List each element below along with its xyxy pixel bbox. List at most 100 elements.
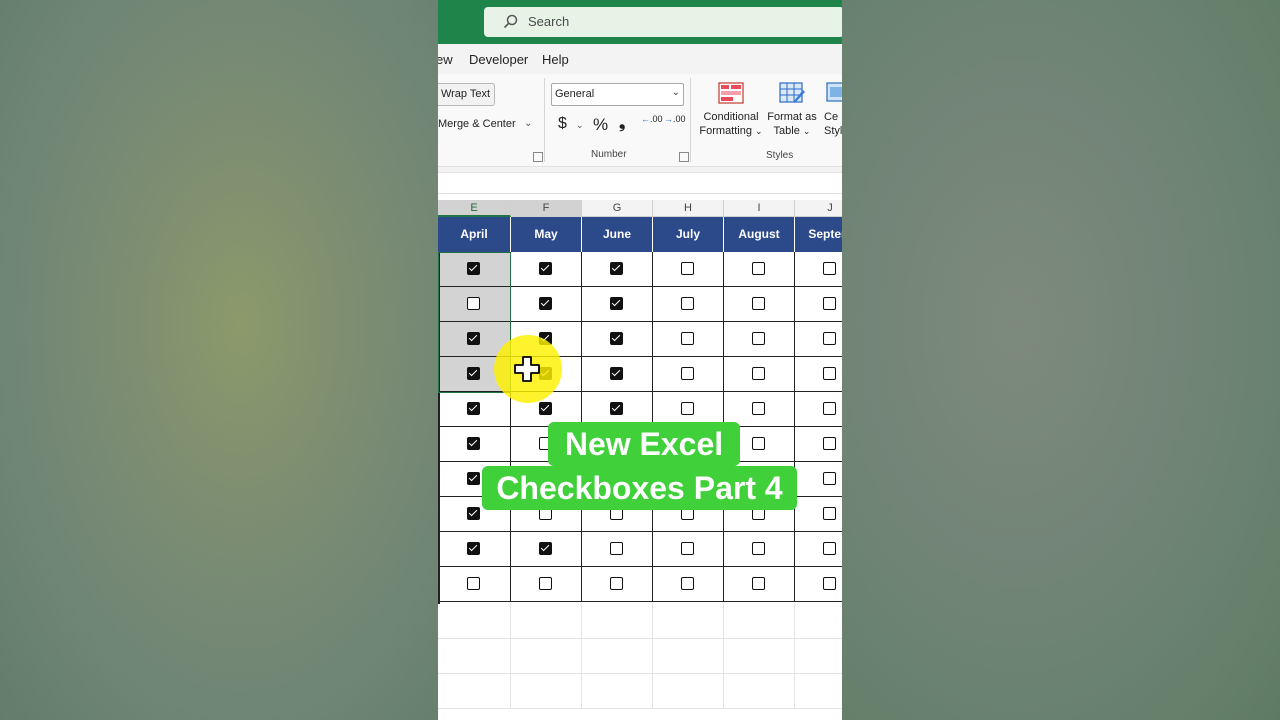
empty-cell[interactable]: [582, 604, 653, 639]
table-cell[interactable]: [582, 532, 653, 567]
cell-styles-button[interactable]: Ce Style: [824, 82, 842, 138]
checkbox-unchecked[interactable]: [539, 577, 552, 590]
menu-item-review[interactable]: ew: [438, 52, 453, 67]
checkbox-checked[interactable]: [610, 402, 623, 415]
decrease-decimal-button[interactable]: →.00: [664, 115, 686, 124]
column-header-j[interactable]: J: [795, 200, 842, 217]
empty-cell[interactable]: [653, 604, 724, 639]
checkbox-unchecked[interactable]: [752, 542, 765, 555]
month-header-cell[interactable]: June: [582, 217, 653, 252]
checkbox-unchecked[interactable]: [681, 262, 694, 275]
month-header-cell[interactable]: April: [438, 217, 511, 252]
checkbox-unchecked[interactable]: [823, 507, 836, 520]
checkbox-unchecked[interactable]: [823, 367, 836, 380]
empty-cell[interactable]: [582, 674, 653, 709]
table-cell[interactable]: [795, 497, 842, 532]
table-cell[interactable]: [653, 252, 724, 287]
table-cell[interactable]: [795, 392, 842, 427]
table-cell[interactable]: [582, 567, 653, 602]
checkbox-checked[interactable]: [610, 332, 623, 345]
checkbox-unchecked[interactable]: [823, 262, 836, 275]
menu-item-help[interactable]: Help: [542, 52, 569, 67]
conditional-formatting-button[interactable]: Conditional Formatting ⌄: [698, 82, 764, 138]
empty-cell[interactable]: [511, 604, 582, 639]
empty-cell[interactable]: [724, 674, 795, 709]
table-cell[interactable]: [582, 287, 653, 322]
month-header-cell[interactable]: August: [724, 217, 795, 252]
currency-button[interactable]: $: [558, 115, 567, 133]
checkbox-unchecked[interactable]: [467, 577, 480, 590]
month-header-cell[interactable]: May: [511, 217, 582, 252]
month-header-cell[interactable]: Septem: [795, 217, 842, 252]
checkbox-unchecked[interactable]: [823, 577, 836, 590]
checkbox-unchecked[interactable]: [823, 402, 836, 415]
comma-style-button[interactable]: ❟: [619, 115, 625, 133]
empty-cell[interactable]: [795, 674, 842, 709]
table-cell[interactable]: [438, 287, 511, 322]
empty-cell[interactable]: [582, 639, 653, 674]
checkbox-unchecked[interactable]: [823, 297, 836, 310]
table-cell[interactable]: [795, 462, 842, 497]
table-cell[interactable]: [795, 427, 842, 462]
table-cell[interactable]: [438, 567, 511, 602]
table-cell[interactable]: [582, 252, 653, 287]
table-cell[interactable]: [795, 287, 842, 322]
empty-cell[interactable]: [438, 604, 511, 639]
wrap-text-button[interactable]: Wrap Text: [438, 83, 495, 106]
empty-cell[interactable]: [511, 674, 582, 709]
checkbox-unchecked[interactable]: [752, 332, 765, 345]
table-cell[interactable]: [724, 532, 795, 567]
checkbox-unchecked[interactable]: [752, 262, 765, 275]
table-cell[interactable]: [582, 322, 653, 357]
table-cell[interactable]: [653, 357, 724, 392]
month-header-cell[interactable]: July: [653, 217, 724, 252]
empty-cell[interactable]: [724, 639, 795, 674]
table-cell[interactable]: [438, 252, 511, 287]
checkbox-unchecked[interactable]: [610, 577, 623, 590]
table-cell[interactable]: [653, 287, 724, 322]
checkbox-checked[interactable]: [467, 437, 480, 450]
number-format-select[interactable]: General ⌄: [551, 83, 684, 106]
checkbox-checked[interactable]: [467, 402, 480, 415]
checkbox-unchecked[interactable]: [681, 402, 694, 415]
chevron-down-icon[interactable]: ⌄: [524, 118, 532, 129]
table-cell[interactable]: [653, 322, 724, 357]
checkbox-unchecked[interactable]: [752, 402, 765, 415]
table-cell[interactable]: [795, 322, 842, 357]
checkbox-checked[interactable]: [467, 472, 480, 485]
checkbox-unchecked[interactable]: [467, 297, 480, 310]
checkbox-checked[interactable]: [467, 332, 480, 345]
empty-cell[interactable]: [438, 674, 511, 709]
increase-decimal-button[interactable]: ←.00: [641, 115, 663, 124]
checkbox-checked[interactable]: [539, 297, 552, 310]
alignment-dialog-launcher-icon[interactable]: [533, 152, 543, 162]
checkbox-checked[interactable]: [610, 262, 623, 275]
column-header-e[interactable]: E: [438, 200, 511, 217]
chevron-down-icon[interactable]: ⌄: [576, 120, 584, 131]
empty-cell[interactable]: [795, 639, 842, 674]
checkbox-unchecked[interactable]: [752, 297, 765, 310]
checkbox-unchecked[interactable]: [752, 437, 765, 450]
table-cell[interactable]: [511, 252, 582, 287]
checkbox-checked[interactable]: [467, 367, 480, 380]
checkbox-checked[interactable]: [539, 402, 552, 415]
table-cell[interactable]: [795, 532, 842, 567]
table-cell[interactable]: [511, 532, 582, 567]
checkbox-unchecked[interactable]: [681, 577, 694, 590]
checkbox-checked[interactable]: [467, 507, 480, 520]
empty-cell[interactable]: [724, 604, 795, 639]
checkbox-unchecked[interactable]: [823, 332, 836, 345]
table-cell[interactable]: [582, 357, 653, 392]
menu-item-developer[interactable]: Developer: [469, 52, 528, 67]
table-cell[interactable]: [795, 567, 842, 602]
table-cell[interactable]: [724, 287, 795, 322]
checkbox-unchecked[interactable]: [681, 367, 694, 380]
format-as-table-button[interactable]: Format as Table ⌄: [766, 82, 818, 138]
checkbox-unchecked[interactable]: [752, 367, 765, 380]
column-header-g[interactable]: G: [582, 200, 653, 217]
merge-center-button[interactable]: Merge & Center: [438, 118, 516, 130]
checkbox-checked[interactable]: [610, 367, 623, 380]
table-cell[interactable]: [511, 287, 582, 322]
empty-cell[interactable]: [653, 674, 724, 709]
empty-cell[interactable]: [653, 639, 724, 674]
